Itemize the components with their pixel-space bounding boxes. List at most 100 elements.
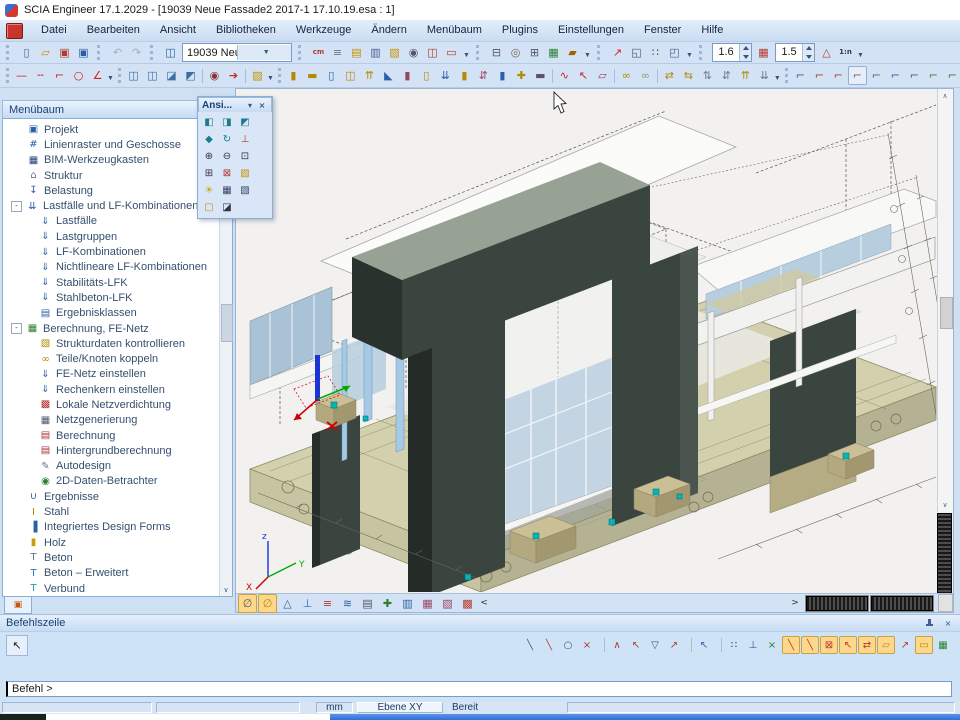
menu-bibliotheken[interactable]: Bibliotheken [206, 20, 286, 41]
move-members-icon[interactable]: ⇆ [679, 66, 698, 85]
stepper-up-icon[interactable] [803, 44, 814, 53]
stepper-down-icon[interactable] [740, 53, 751, 62]
clipboard-icon[interactable]: ▧ [385, 43, 404, 62]
tree-expander-icon[interactable]: - [11, 323, 22, 334]
circle-icon[interactable]: ○ [69, 66, 88, 85]
ratio-scale-icon[interactable]: 1:n [836, 43, 855, 62]
redo-icon[interactable]: ↷ [127, 43, 146, 62]
copy-window-icon[interactable]: ◫ [124, 66, 143, 85]
column-head-icon[interactable]: ▮ [493, 66, 512, 85]
light-icon[interactable]: ☀ [200, 182, 218, 199]
toolbar-grip[interactable] [785, 68, 788, 83]
tree-item-netzgenerierung[interactable]: ▦Netzgenerierung [3, 413, 232, 428]
connection-pin-icon[interactable]: ⌐ [886, 66, 905, 85]
select-chain-icon[interactable]: ∿ [555, 66, 574, 85]
tree-item-holz[interactable]: ▮Holz [3, 535, 232, 550]
line-icon[interactable]: — [12, 66, 31, 85]
tree-item-ergebnisse[interactable]: ∪Ergebnisse [3, 489, 232, 504]
view-save-icon[interactable]: ▨ [236, 165, 254, 182]
snap-circle-icon[interactable]: ○ [559, 636, 577, 654]
view-axo-icon[interactable]: ◆ [200, 131, 218, 148]
select-plane-icon[interactable]: ▱ [593, 66, 612, 85]
measure-icon[interactable]: ▭ [915, 636, 933, 654]
viewport-scroll-thumb[interactable] [940, 297, 953, 329]
load-scale-icon[interactable]: ▦ [754, 43, 773, 62]
status-plane[interactable]: Ebene XY [357, 702, 443, 713]
toolbar-grip[interactable] [278, 68, 281, 83]
node-add-icon[interactable]: ✚ [512, 66, 531, 85]
toolbar-grip[interactable] [699, 45, 707, 60]
tree-item-fe-netz-einstellen[interactable]: ⇓FE-Netz einstellen [3, 367, 232, 382]
viewport-vertical-scrollbar[interactable]: ∧ ∨ [937, 89, 953, 512]
animation-bar-2[interactable] [871, 596, 933, 611]
shell-icon[interactable]: ▮ [455, 66, 474, 85]
menu-menübaum[interactable]: Menübaum [417, 20, 492, 41]
toolbar-grip[interactable] [150, 45, 158, 60]
tree-item-berechnung-fe-netz[interactable]: -▦Berechnung, FE-Netz [3, 321, 232, 336]
viewport-scroll-up-icon[interactable]: ∧ [939, 90, 951, 102]
snap-surface-icon[interactable]: ▱ [877, 636, 895, 654]
snap-angle-icon[interactable]: ∧ [608, 636, 626, 654]
selection-cursor-icon[interactable]: ↖ [695, 636, 713, 654]
palette-header[interactable]: Ansi... ▾ × [198, 97, 272, 112]
rigid-connection-icon[interactable]: ⌐ [848, 66, 867, 85]
toolbar-overflow-icon[interactable]: ▼ [461, 44, 472, 61]
beam-icon[interactable]: ▬ [303, 66, 322, 85]
units-icon[interactable]: cm [309, 43, 328, 62]
table-input-icon[interactable]: ▦ [934, 636, 952, 654]
view-image-icon[interactable]: ▦ [218, 182, 236, 199]
befehlszeile-close-icon[interactable]: × [942, 619, 954, 628]
viewport-scroll-right-icon[interactable]: > [788, 598, 802, 608]
menubaum-tab[interactable]: ▣ [4, 597, 32, 614]
axes-display-icon[interactable]: ✚ [378, 594, 397, 613]
tree-item-verbund[interactable]: TVerbund [3, 581, 232, 596]
view-image-2-icon[interactable]: ▧ [236, 182, 254, 199]
display-scale-stepper[interactable]: 1.5 [775, 43, 815, 62]
search-nodes-icon[interactable]: ∞ [636, 66, 655, 85]
tree-item-stabilitäts-lfk[interactable]: ⇓Stabilitäts-LFK [3, 275, 232, 290]
tree-item-hintergrundberechnung[interactable]: ▤Hintergrundberechnung [3, 443, 232, 458]
rotate-view-icon[interactable]: ↻ [218, 131, 236, 148]
palette-collapse-icon[interactable]: ▾ [244, 101, 256, 110]
tree-item-stahl[interactable]: IStahl [3, 504, 232, 519]
image-display-icon[interactable]: ▦ [418, 594, 437, 613]
surface-display-icon[interactable]: ▤ [358, 594, 377, 613]
tree-item-autodesign[interactable]: ✎Autodesign [3, 459, 232, 474]
column-icon[interactable]: ▮ [284, 66, 303, 85]
loadcase-label-icon[interactable]: ≡ [318, 594, 337, 613]
toolbar-grip[interactable] [97, 45, 105, 60]
hinge-icon[interactable]: ⌐ [791, 66, 810, 85]
snap-arc-icon[interactable]: ↖ [627, 636, 645, 654]
toolbar-overflow-icon[interactable]: ▼ [267, 67, 274, 84]
toolbar-grip[interactable] [6, 45, 14, 60]
load-display-icon[interactable]: ⊥ [298, 594, 317, 613]
command-input[interactable]: Befehl > [6, 681, 952, 697]
toolbar-overflow-icon[interactable]: ▼ [684, 44, 695, 61]
snap-edge-icon[interactable]: ↖ [839, 636, 857, 654]
render-settings-icon[interactable]: ◪ [218, 199, 236, 216]
menu-fenster[interactable]: Fenster [634, 20, 691, 41]
save-icon[interactable]: ▣ [74, 43, 93, 62]
undo-icon[interactable]: ↶ [108, 43, 127, 62]
zoom-window-icon[interactable]: ⊡ [236, 148, 254, 165]
move-3d-icon[interactable]: ↗ [608, 43, 627, 62]
menu-plugins[interactable]: Plugins [492, 20, 548, 41]
menu-datei[interactable]: Datei [31, 20, 77, 41]
selection-mode-button[interactable]: ↖ [6, 635, 28, 656]
menu-hilfe[interactable]: Hilfe [691, 20, 733, 41]
toolbar-overflow-icon[interactable]: ▼ [582, 44, 593, 61]
tree-expander-icon[interactable]: - [11, 201, 22, 212]
dashed-line-icon[interactable]: ╌ [31, 66, 50, 85]
view-y-icon[interactable]: ◨ [218, 114, 236, 131]
model-3d-canvas[interactable]: z Y X [236, 89, 938, 592]
animation-bar-vertical[interactable] [937, 513, 952, 595]
point-grid-icon[interactable]: ∷ [646, 43, 665, 62]
zoom-in-icon[interactable]: ⊕ [200, 148, 218, 165]
connection-bolt-icon[interactable]: ⌐ [943, 66, 960, 85]
search-members-icon[interactable]: ∞ [617, 66, 636, 85]
plate-icon[interactable]: ▮ [398, 66, 417, 85]
project-combo[interactable]: 19039 Neue Fassad ▼ [182, 43, 292, 62]
viewport-scroll-left-icon[interactable]: < [477, 598, 491, 608]
zoom-document-icon[interactable]: ◱ [627, 43, 646, 62]
copy-down-icon[interactable]: ⇵ [717, 66, 736, 85]
